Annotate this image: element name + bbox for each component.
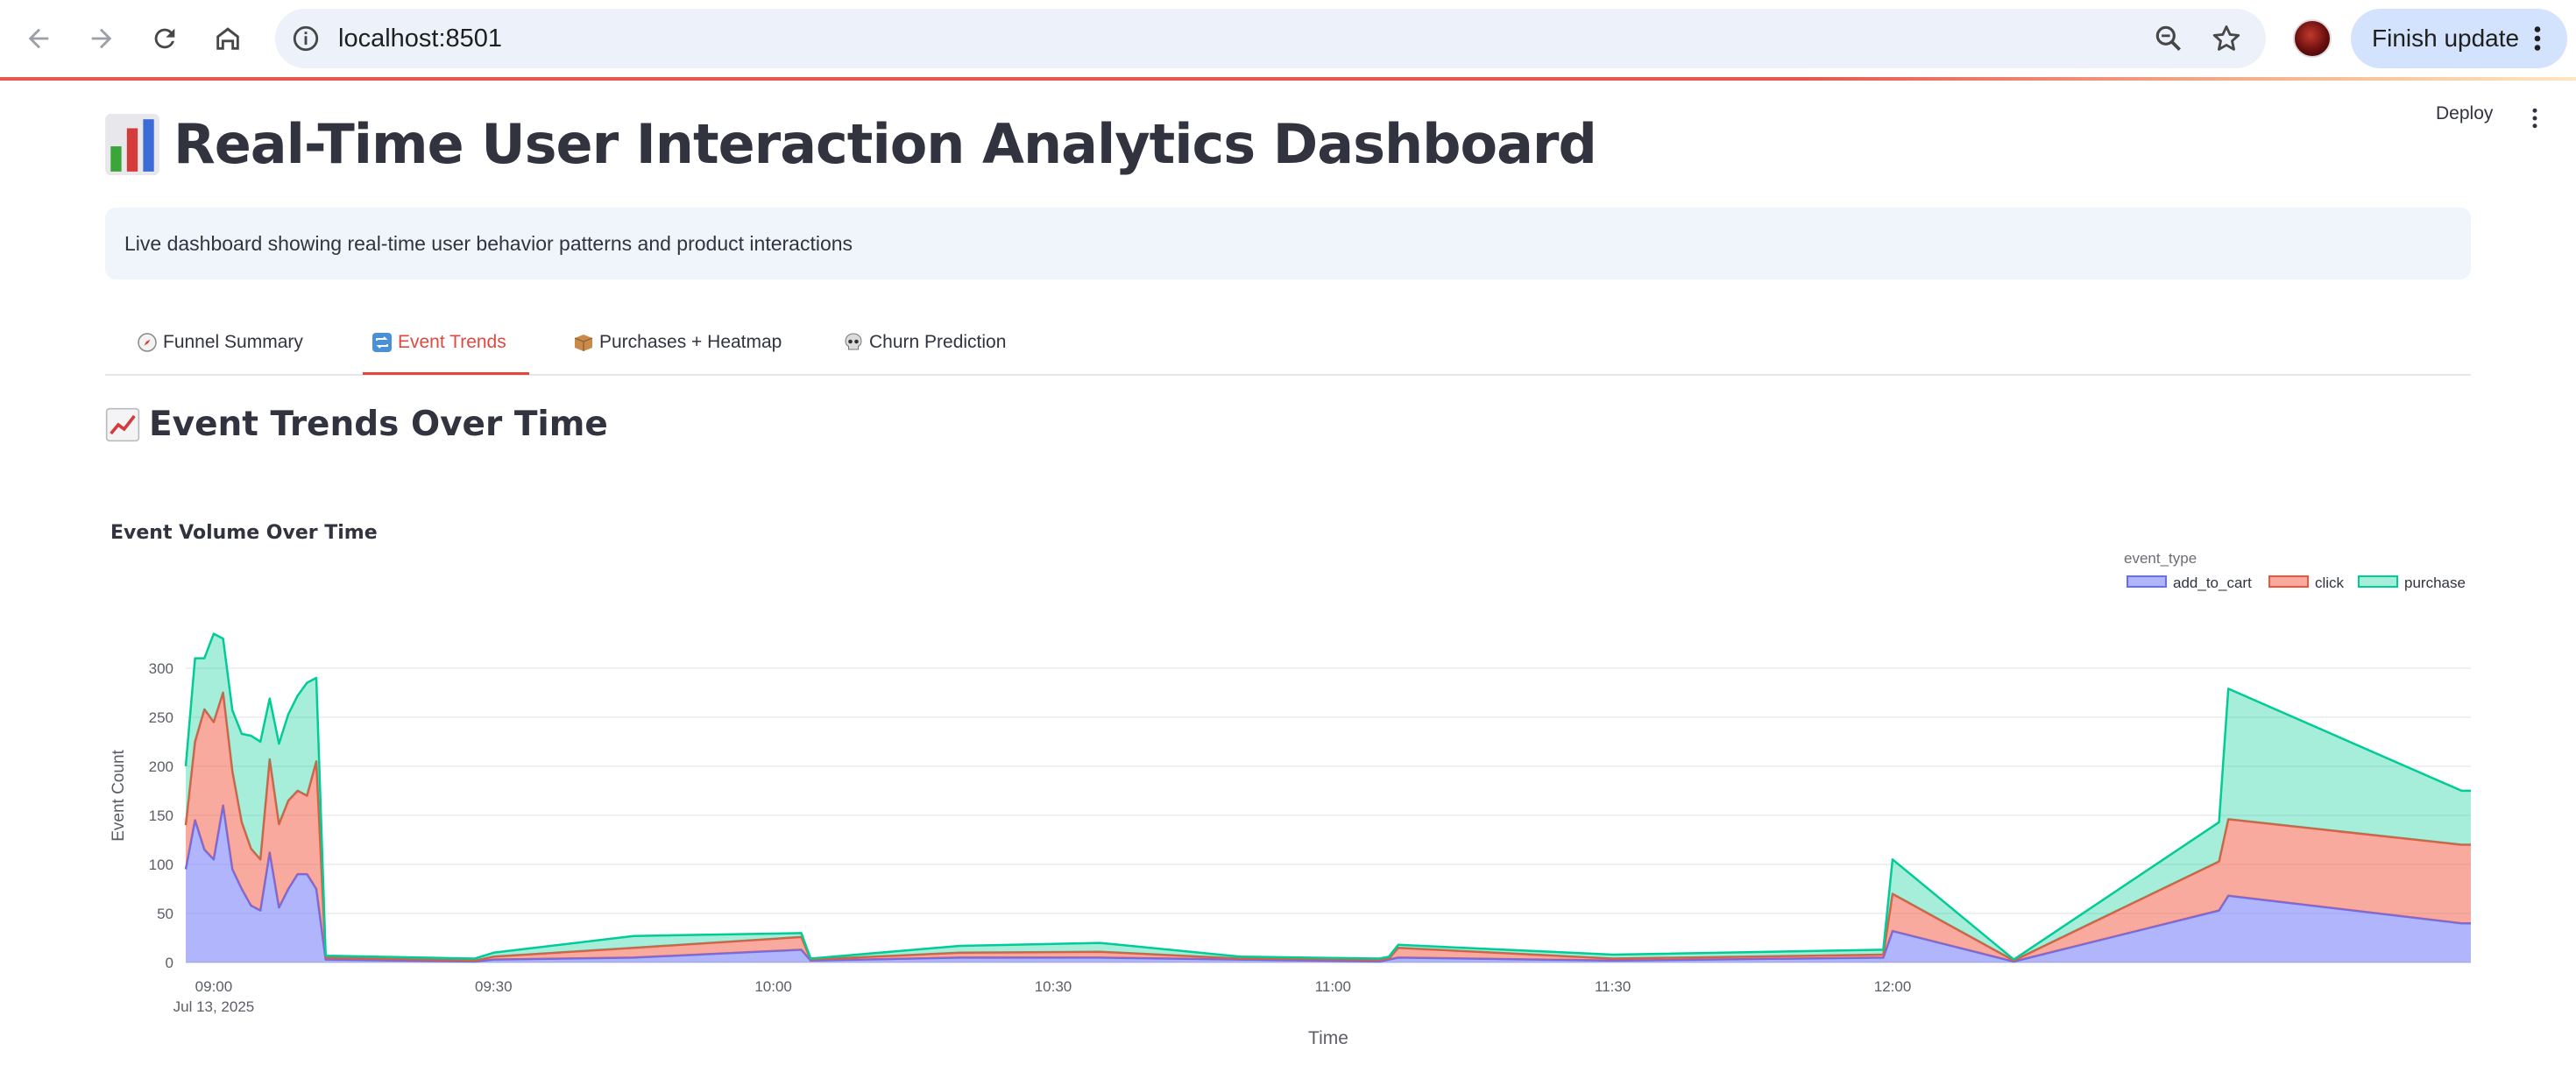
y-tick-label: 50 bbox=[157, 906, 173, 922]
legend-swatch-purchase bbox=[2358, 575, 2398, 588]
legend-swatch-click bbox=[2268, 575, 2309, 588]
legend-title: event_type bbox=[2124, 550, 2197, 567]
x-tick-label: 12:00 bbox=[1874, 978, 1912, 995]
x-tick-label: 11:30 bbox=[1595, 978, 1631, 995]
x-tick-sublabel: Jul 13, 2025 bbox=[173, 998, 255, 1015]
y-tick-label: 250 bbox=[149, 709, 173, 726]
x-tick-label: 10:00 bbox=[754, 978, 792, 995]
y-tick-label: 300 bbox=[149, 660, 173, 677]
x-tick-label: 09:30 bbox=[475, 978, 513, 995]
y-tick-label: 200 bbox=[149, 758, 173, 775]
x-axis-label: Time bbox=[1308, 1028, 1348, 1048]
event-volume-chart[interactable]: 0 50 100 150 200 250 300 09:00 Jul 13, 2025 09:30… bbox=[0, 0, 2576, 1086]
legend-label[interactable]: purchase bbox=[2404, 575, 2466, 591]
y-tick-label: 0 bbox=[166, 955, 173, 971]
y-tick-label: 150 bbox=[149, 807, 173, 824]
x-tick-label: 11:00 bbox=[1315, 978, 1351, 995]
y-axis-label: Event Count bbox=[110, 750, 128, 842]
y-tick-label: 100 bbox=[149, 857, 173, 873]
legend-swatch-add_to_cart bbox=[2127, 575, 2167, 588]
x-tick-label: 10:30 bbox=[1035, 978, 1072, 995]
area-click bbox=[186, 692, 2471, 962]
x-tick-label: 09:00 bbox=[195, 978, 233, 995]
legend-label[interactable]: click bbox=[2315, 575, 2345, 591]
legend-label[interactable]: add_to_cart bbox=[2173, 575, 2252, 591]
